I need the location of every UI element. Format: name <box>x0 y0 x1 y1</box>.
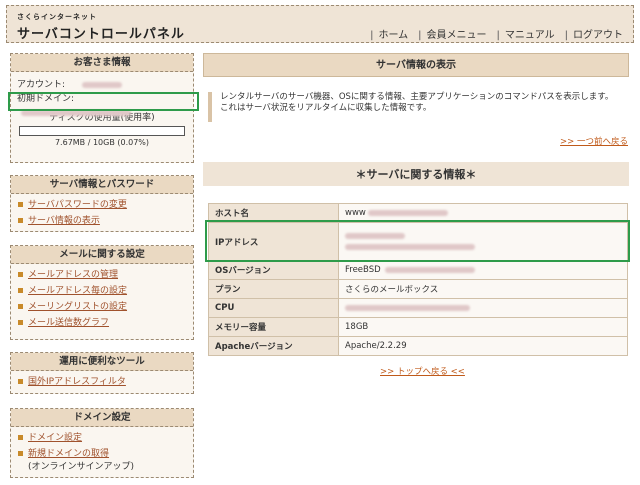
sidebar-item-mailing-list[interactable]: メーリングリストの設定 <box>17 299 187 315</box>
nav-logout[interactable]: ログアウト <box>565 26 623 41</box>
account-row: アカウント: <box>11 78 193 92</box>
domain-panel: ドメイン設定 ドメイン設定 新規ドメインの取得 (オンラインサインアップ) <box>10 408 194 478</box>
customer-info-title: お客さま情報 <box>11 54 193 72</box>
top-nav: ホーム 会員メニュー マニュアル ログアウト <box>360 26 623 41</box>
sidebar-item-mail-per-address[interactable]: メールアドレス毎の設定 <box>17 283 187 299</box>
row-value-memory: 18GB <box>338 317 628 337</box>
sidebar-item-domain-settings[interactable]: ドメイン設定 <box>17 430 187 446</box>
description-line-1: レンタルサーバのサーバ機器、OSに関する情報、主要アプリケーションのコマンドパス… <box>220 92 614 102</box>
mail-address-link[interactable]: メールアドレスの管理 <box>28 270 118 280</box>
table-row: CPU <box>208 298 628 318</box>
hostname-prefix: www <box>345 208 366 218</box>
top-link[interactable]: >> トップへ戻る << <box>380 365 465 377</box>
new-domain-sub: (オンラインサインアップ) <box>28 462 135 472</box>
disk-usage-bar <box>19 126 185 136</box>
mailing-list-link[interactable]: メーリングリストの設定 <box>28 302 127 312</box>
highlight-ip-address <box>205 220 630 262</box>
domain-settings-link[interactable]: ドメイン設定 <box>28 433 82 443</box>
section-title: ＊サーバに関する情報＊ <box>203 162 629 186</box>
description: レンタルサーバのサーバ機器、OSに関する情報、主要アプリケーションのコマンドパス… <box>208 92 628 122</box>
header: さくらインターネット サーバコントロールパネル ホーム 会員メニュー マニュアル… <box>6 5 634 43</box>
row-value-apache: Apache/2.2.29 <box>338 336 628 356</box>
server-password-link[interactable]: サーバパスワードの変更 <box>28 200 127 210</box>
disk-usage-value: 7.67MB / 10GB (0.07%) <box>54 138 150 147</box>
row-key-apache: Apacheバージョン <box>208 336 339 356</box>
domain-title: ドメイン設定 <box>11 409 193 427</box>
row-value-cpu <box>338 298 628 318</box>
sidebar-item-ip-filter[interactable]: 国外IPアドレスフィルタ <box>17 374 187 390</box>
account-value-redacted <box>81 81 122 88</box>
table-row: Apacheバージョン Apache/2.2.29 <box>208 336 628 356</box>
os-value: FreeBSD <box>345 265 381 275</box>
highlight-initial-domain <box>8 92 199 111</box>
hostname-redacted <box>367 209 448 216</box>
mail-settings-title: メールに関する設定 <box>11 246 193 264</box>
account-label: アカウント: <box>17 80 66 90</box>
sidebar-item-mail-graph[interactable]: メール送信数グラフ <box>17 315 187 331</box>
server-info-title: サーバ情報とパスワード <box>11 176 193 194</box>
table-row: メモリー容量 18GB <box>208 317 628 337</box>
mail-per-address-link[interactable]: メールアドレス毎の設定 <box>28 286 127 296</box>
sidebar-item-mail-address[interactable]: メールアドレスの管理 <box>17 267 187 283</box>
new-domain-link[interactable]: 新規ドメインの取得 <box>28 449 109 459</box>
row-value-plan: さくらのメールボックス <box>338 279 628 299</box>
row-value-os: FreeBSD <box>338 260 628 280</box>
server-info-panel: サーバ情報とパスワード サーバパスワードの変更 サーバ情報の表示 <box>10 175 194 232</box>
nav-member-menu[interactable]: 会員メニュー <box>418 26 487 41</box>
table-row: プラン さくらのメールボックス <box>208 279 628 299</box>
back-link[interactable]: >> 一つ前へ戻る <box>560 135 628 147</box>
sidebar-item-server-password[interactable]: サーバパスワードの変更 <box>17 197 187 213</box>
sidebar-item-server-info[interactable]: サーバ情報の表示 <box>17 213 187 229</box>
row-key-memory: メモリー容量 <box>208 317 339 337</box>
os-detail-redacted <box>384 266 475 273</box>
sidebar-item-new-domain[interactable]: 新規ドメインの取得 (オンラインサインアップ) <box>17 446 187 472</box>
logo[interactable]: さくらインターネット サーバコントロールパネル <box>17 12 185 42</box>
row-key-plan: プラン <box>208 279 339 299</box>
tools-panel: 運用に便利なツール 国外IPアドレスフィルタ <box>10 352 194 394</box>
cpu-redacted <box>345 304 470 311</box>
row-key-cpu: CPU <box>208 298 339 318</box>
page-title: サーバ情報の表示 <box>203 53 629 77</box>
nav-home[interactable]: ホーム <box>370 26 408 41</box>
table-row: OSバージョン FreeBSD <box>208 260 628 280</box>
nav-manual[interactable]: マニュアル <box>497 26 555 41</box>
description-line-2: これはサーバ状況をリアルタイムに収集した情報です。 <box>220 103 432 113</box>
row-key-os: OSバージョン <box>208 260 339 280</box>
mail-graph-link[interactable]: メール送信数グラフ <box>28 318 109 328</box>
ip-filter-link[interactable]: 国外IPアドレスフィルタ <box>28 377 126 387</box>
server-info-link[interactable]: サーバ情報の表示 <box>28 216 100 226</box>
logo-small-text: さくらインターネット <box>17 13 97 21</box>
mail-settings-panel: メールに関する設定 メールアドレスの管理 メールアドレス毎の設定 メーリングリス… <box>10 245 194 340</box>
tools-title: 運用に便利なツール <box>11 353 193 371</box>
logo-title: サーバコントロールパネル <box>17 27 185 42</box>
